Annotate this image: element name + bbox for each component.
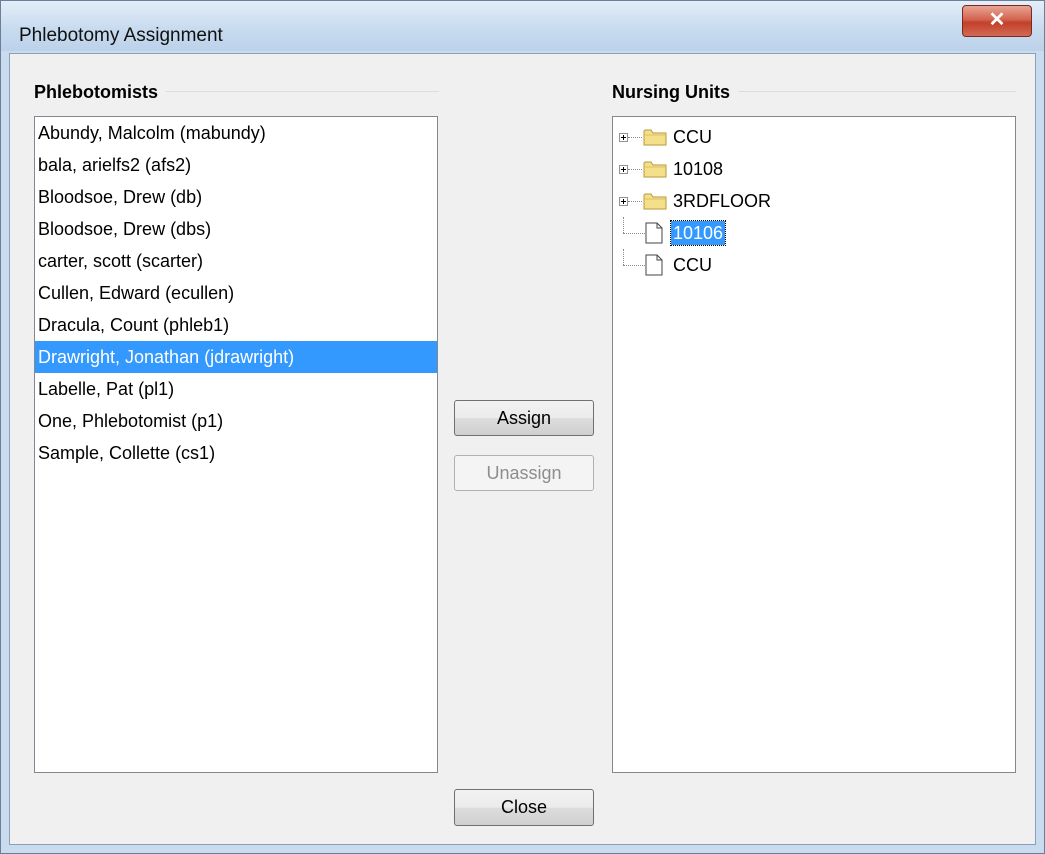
tree-connector xyxy=(623,217,624,233)
phlebotomist-list-item[interactable]: One, Phlebotomist (p1) xyxy=(35,405,437,437)
title-bar: Phlebotomy Assignment ✕ xyxy=(1,1,1044,51)
close-button[interactable]: Close xyxy=(454,789,594,826)
tree-node[interactable]: 10108 xyxy=(613,153,1015,185)
tree-connector xyxy=(623,233,645,234)
document-icon xyxy=(645,222,663,244)
phlebotomist-list-item[interactable]: Abundy, Malcolm (mabundy) xyxy=(35,117,437,149)
tree-connector xyxy=(628,169,642,170)
tree-node[interactable]: CCU xyxy=(613,249,1015,281)
tree-node-label[interactable]: 10108 xyxy=(671,157,725,181)
phlebotomist-list-item[interactable]: Drawright, Jonathan (jdrawright) xyxy=(35,341,437,373)
phlebotomist-list-item[interactable]: carter, scott (scarter) xyxy=(35,245,437,277)
phlebotomists-list[interactable]: Abundy, Malcolm (mabundy) bala, arielfs2 … xyxy=(34,116,438,773)
dialog-body: Phlebotomists Abundy, Malcolm (mabundy) b… xyxy=(9,53,1036,845)
tree-connector xyxy=(628,137,642,138)
tree-node-label[interactable]: CCU xyxy=(671,125,714,149)
dialog-window: Phlebotomy Assignment ✕ Phlebotomists Ab… xyxy=(0,0,1045,854)
folder-icon xyxy=(643,129,667,146)
phlebotomist-list-item[interactable]: Cullen, Edward (ecullen) xyxy=(35,277,437,309)
expand-icon[interactable] xyxy=(619,165,628,174)
tree-connector xyxy=(623,265,645,266)
expand-icon[interactable] xyxy=(619,133,628,142)
folder-icon xyxy=(643,193,667,210)
tree-node-label[interactable]: 3RDFLOOR xyxy=(671,189,773,213)
document-icon xyxy=(645,254,663,276)
assign-button[interactable]: Assign xyxy=(454,400,594,436)
close-window-button[interactable]: ✕ xyxy=(962,5,1032,37)
phlebotomists-heading: Phlebotomists xyxy=(34,82,167,103)
phlebotomist-list-item[interactable]: Sample, Collette (cs1) xyxy=(35,437,437,469)
tree-connector xyxy=(628,201,642,202)
phlebotomist-list-item[interactable]: bala, arielfs2 (afs2) xyxy=(35,149,437,181)
phlebotomist-list-item[interactable]: Bloodsoe, Drew (db) xyxy=(35,181,437,213)
folder-icon xyxy=(643,161,667,178)
tree-node[interactable]: 10106 xyxy=(613,217,1015,249)
phlebotomist-list-item[interactable]: Labelle, Pat (pl1) xyxy=(35,373,437,405)
window-title: Phlebotomy Assignment xyxy=(19,25,223,46)
phlebotomist-list-item[interactable]: Bloodsoe, Drew (dbs) xyxy=(35,213,437,245)
nursing-units-tree[interactable]: CCU 10108 3RDFLOOR 10106 CCU xyxy=(612,116,1016,773)
tree-connector xyxy=(623,249,624,265)
phlebotomist-list-item[interactable]: Dracula, Count (phleb1) xyxy=(35,309,437,341)
nursing-units-heading: Nursing Units xyxy=(612,82,739,103)
unassign-button[interactable]: Unassign xyxy=(454,455,594,491)
expand-icon[interactable] xyxy=(619,197,628,206)
tree-node[interactable]: 3RDFLOOR xyxy=(613,185,1015,217)
tree-node-label[interactable]: 10106 xyxy=(669,220,727,246)
close-icon: ✕ xyxy=(988,9,1006,31)
tree-node-label[interactable]: CCU xyxy=(671,253,714,277)
tree-node[interactable]: CCU xyxy=(613,121,1015,153)
